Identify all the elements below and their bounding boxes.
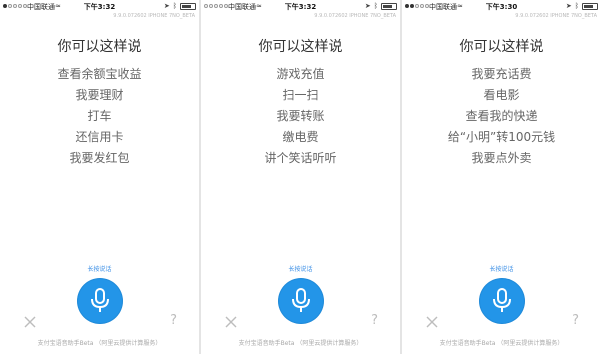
example-command[interactable]: 我要转账 xyxy=(201,108,400,129)
example-command[interactable]: 查看余额宝收益 xyxy=(0,66,199,87)
example-command[interactable]: 游戏充值 xyxy=(201,66,400,87)
footer-text: 支付宝语音助手Beta （阿里云提供计算服务） xyxy=(37,340,162,347)
location-icon: ➤ xyxy=(364,2,371,10)
example-commands-list: 查看余额宝收益 我要理财 打车 还信用卡 我要发红包 xyxy=(0,66,199,171)
example-command[interactable]: 我要发红包 xyxy=(0,150,199,171)
microphone-button[interactable] xyxy=(480,279,524,323)
page-title: 你可以这样说 xyxy=(459,39,544,55)
example-command[interactable]: 还信用卡 xyxy=(0,129,199,150)
battery-icon xyxy=(381,3,397,10)
footer-text: 支付宝语音助手Beta （阿里云提供计算服务） xyxy=(439,340,564,347)
voice-assistant-screen: 中国联通 ≈ 下午3:32 ➤ ᛒ 9.9.0.072602 IPHONE 7N… xyxy=(0,0,199,354)
status-bar: 中国联通 ≈ 下午3:30 ➤ ᛒ xyxy=(402,0,600,14)
example-command[interactable]: 打车 xyxy=(0,108,199,129)
screenshot-collage: 中国联通 ≈ 下午3:32 ➤ ᛒ 9.9.0.072602 IPHONE 7N… xyxy=(0,0,600,354)
close-icon[interactable] xyxy=(225,316,237,328)
example-command[interactable]: 看电影 xyxy=(402,87,600,108)
example-command[interactable]: 缴电费 xyxy=(201,129,400,150)
location-icon: ➤ xyxy=(163,2,170,10)
version-label: 9.9.0.072602 IPHONE 7NO_BETA xyxy=(515,13,597,19)
example-command[interactable]: 给“小明”转100元钱 xyxy=(402,129,600,150)
example-command[interactable]: 讲个笑话听听 xyxy=(201,150,400,171)
bluetooth-icon: ᛒ xyxy=(373,2,378,10)
close-icon[interactable] xyxy=(24,316,36,328)
example-command[interactable]: 我要点外卖 xyxy=(402,150,600,171)
example-command[interactable]: 我要充话费 xyxy=(402,66,600,87)
voice-assistant-screen: 中国联通 ≈ 下午3:32 ➤ ᛒ 9.9.0.072602 IPHONE 7N… xyxy=(201,0,400,354)
microphone-icon xyxy=(292,288,310,312)
status-bar: 中国联通 ≈ 下午3:32 ➤ ᛒ xyxy=(0,0,199,14)
help-icon[interactable]: ? xyxy=(170,313,177,328)
status-bar: 中国联通 ≈ 下午3:32 ➤ ᛒ xyxy=(201,0,400,14)
hold-to-talk-label: 长按说话 xyxy=(87,266,112,273)
battery-icon xyxy=(180,3,196,10)
example-commands-list: 游戏充值 扫一扫 我要转账 缴电费 讲个笑话听听 xyxy=(201,66,400,171)
bluetooth-icon: ᛒ xyxy=(172,2,177,10)
microphone-icon xyxy=(91,288,109,312)
page-title: 你可以这样说 xyxy=(57,39,142,55)
example-commands-list: 我要充话费 看电影 查看我的快递 给“小明”转100元钱 我要点外卖 xyxy=(402,66,600,171)
hold-to-talk-label: 长按说话 xyxy=(288,266,313,273)
bluetooth-icon: ᛒ xyxy=(574,2,579,10)
microphone-button[interactable] xyxy=(78,279,122,323)
page-title: 你可以这样说 xyxy=(258,39,343,55)
example-command[interactable]: 我要理财 xyxy=(0,87,199,108)
microphone-icon xyxy=(493,288,511,312)
version-label: 9.9.0.072602 IPHONE 7NO_BETA xyxy=(314,13,396,19)
hold-to-talk-label: 长按说话 xyxy=(489,266,514,273)
help-icon[interactable]: ? xyxy=(572,313,579,328)
microphone-button[interactable] xyxy=(279,279,323,323)
footer-text: 支付宝语音助手Beta （阿里云提供计算服务） xyxy=(238,340,363,347)
voice-assistant-screen: 中国联通 ≈ 下午3:30 ➤ ᛒ 9.9.0.072602 IPHONE 7N… xyxy=(402,0,600,354)
battery-icon xyxy=(582,3,598,10)
help-icon[interactable]: ? xyxy=(371,313,378,328)
location-icon: ➤ xyxy=(565,2,572,10)
close-icon[interactable] xyxy=(426,316,438,328)
example-command[interactable]: 扫一扫 xyxy=(201,87,400,108)
example-command[interactable]: 查看我的快递 xyxy=(402,108,600,129)
version-label: 9.9.0.072602 IPHONE 7NO_BETA xyxy=(113,13,195,19)
